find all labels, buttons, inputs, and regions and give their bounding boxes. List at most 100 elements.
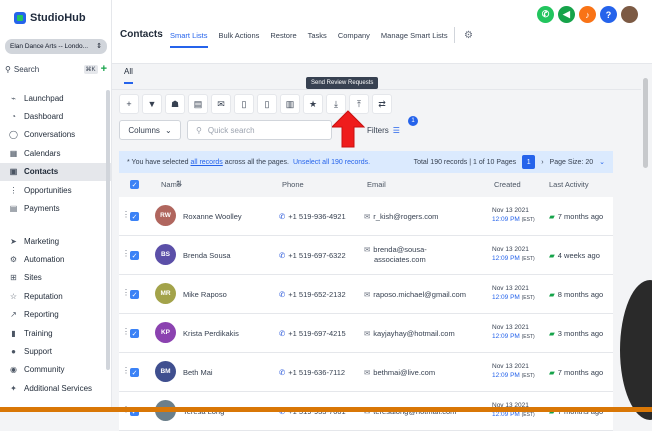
phone-value[interactable]: +1 519-697-6322	[288, 251, 345, 260]
sidebar-item-automation[interactable]: ⚙ Automation	[0, 250, 112, 268]
tab-all[interactable]: All	[124, 67, 133, 84]
row-checkbox[interactable]: ✓	[130, 329, 139, 338]
phone-icon[interactable]: ✆	[537, 6, 554, 23]
phone-value[interactable]: +1 519-936-4921	[288, 212, 345, 221]
message-icon: ▰	[549, 251, 555, 260]
tab-restore[interactable]: Restore	[270, 31, 296, 48]
table-row[interactable]: ⋮ ✓ RW Roxanne Woolley ✆ +1 519-936-4921 ✉ r_ki…	[119, 197, 613, 236]
email-column-header[interactable]: Email	[367, 180, 386, 189]
merge-button[interactable]: ⇄	[372, 94, 392, 114]
sidebar-item-training[interactable]: ▮ Training	[0, 324, 112, 342]
table-row[interactable]: ⋮ ✓ BS Brenda Sousa ✆ +1 519-697-6322 ✉ brenda@…	[119, 236, 613, 275]
page-number-button[interactable]: 1	[522, 155, 536, 169]
delete-button[interactable]: ▥	[280, 94, 300, 114]
sidebar-item-community[interactable]: ◉ Community	[0, 361, 112, 379]
tab-manage-smart-lists[interactable]: Manage Smart Lists	[381, 31, 448, 48]
sidebar-item-sites[interactable]: ⊞ Sites	[0, 269, 112, 287]
contacts-icon: ▣	[9, 167, 18, 177]
filters-button[interactable]: Filters ☰	[367, 120, 412, 140]
gear-icon[interactable]: ⚙	[464, 30, 473, 41]
tab-tasks[interactable]: Tasks	[308, 31, 327, 48]
tab-smart-lists[interactable]: Smart Lists	[170, 31, 208, 48]
send-icon: ➤	[10, 236, 17, 246]
row-checkbox[interactable]: ✓	[130, 251, 139, 260]
sidebar-search[interactable]: ⚲ Search ⌘K +	[5, 61, 107, 77]
sidebar-item-support[interactable]: ● Support	[0, 342, 112, 360]
contact-name[interactable]: Beth Mai	[183, 368, 213, 377]
contact-name[interactable]: Brenda Sousa	[183, 251, 231, 260]
drag-handle-icon[interactable]: ⋮	[122, 288, 130, 297]
sms-button[interactable]: ▤	[188, 94, 208, 114]
phone-value[interactable]: +1 519-636-7112	[288, 368, 345, 377]
phone-value[interactable]: +1 519-697-4215	[288, 329, 345, 338]
row-checkbox[interactable]: ✓	[130, 290, 139, 299]
created-date-value: Nov 13 2021	[492, 324, 529, 331]
email-button[interactable]: ✉	[211, 94, 231, 114]
app-logo[interactable]: StudioHub	[14, 12, 86, 24]
user-avatar[interactable]	[621, 6, 638, 23]
add-tag-button[interactable]: ▯	[234, 94, 254, 114]
chevron-right-icon[interactable]: ›	[541, 159, 543, 166]
sidebar-item-launchpad[interactable]: ⌁ Launchpad	[0, 89, 112, 107]
email-value[interactable]: bethmai@live.com	[373, 368, 435, 377]
pipeline-button[interactable]: ☗	[165, 94, 185, 114]
table-row[interactable]: ⋮ ✓ KP Krista Perdikakis ✆ +1 519-697-4215 ✉ ka…	[119, 314, 613, 353]
contact-name[interactable]: Krista Perdikakis	[183, 329, 239, 338]
location-switcher[interactable]: Elan Dance Arts -- Londo... ⇕	[5, 39, 107, 54]
table-row[interactable]: ⋮ ✓ BM Beth Mai ✆ +1 519-636-7112 ✉ bethmai@liv…	[119, 353, 613, 392]
table-row[interactable]: ⋮ ✓ MR Mike Raposo ✆ +1 519-652-2132 ✉ raposo.m…	[119, 275, 613, 314]
sidebar-item-reputation[interactable]: ☆ Reputation	[0, 287, 112, 305]
sidebar-item-marketing[interactable]: ➤ Marketing	[0, 232, 112, 250]
email-value[interactable]: raposo.michael@gmail.com	[373, 290, 466, 299]
quick-add-icon[interactable]: +	[101, 63, 107, 75]
email-value-cont[interactable]: associates.com	[374, 255, 426, 264]
phone-value[interactable]: +1 519-652-2132	[288, 290, 345, 299]
remove-tag-button[interactable]: ▯	[257, 94, 277, 114]
sidebar-item-conversations[interactable]: ◯ Conversations	[0, 126, 112, 144]
created-date: Nov 13 2021 12:09 PM (EST)	[492, 362, 535, 381]
row-checkbox[interactable]: ✓	[130, 212, 139, 221]
tab-bulk-actions[interactable]: Bulk Actions	[219, 31, 260, 48]
help-icon[interactable]: ?	[600, 6, 617, 23]
email-value[interactable]: brenda@sousa-	[373, 245, 426, 254]
sidebar-item-reporting[interactable]: ↗ Reporting	[0, 306, 112, 324]
sidebar-item-contacts[interactable]: ▣ Contacts	[0, 162, 112, 181]
bell-icon[interactable]: ♪	[579, 6, 596, 23]
page-size-select[interactable]: Page Size: 20	[550, 159, 594, 166]
sidebar-item-additional-services[interactable]: ✦ Additional Services	[0, 379, 112, 397]
unselect-all-link[interactable]: Unselect all 190 records.	[293, 159, 370, 166]
created-column-header[interactable]: Created	[494, 180, 521, 189]
phone-column-header[interactable]: Phone	[282, 180, 304, 189]
sidebar-item-dashboard[interactable]: ◔ Dashboard	[0, 107, 112, 125]
chat-icon: ◯	[9, 130, 18, 140]
row-checkbox[interactable]: ✓	[130, 368, 139, 377]
sidebar-item-payments[interactable]: ▤ Payments	[0, 199, 112, 217]
drag-handle-icon[interactable]: ⋮	[122, 366, 130, 375]
email-value[interactable]: r_kish@rogers.com	[373, 212, 438, 221]
columns-button[interactable]: Columns ⌄	[119, 120, 181, 140]
filter-icon: ▼	[147, 99, 157, 109]
send-review-requests-button[interactable]: ★	[303, 94, 323, 114]
tab-company[interactable]: Company	[338, 31, 370, 48]
drag-handle-icon[interactable]: ⋮	[122, 327, 130, 336]
select-all-checkbox[interactable]: ✓	[130, 180, 139, 189]
contact-name[interactable]: Mike Raposo	[183, 290, 227, 299]
drag-handle-icon[interactable]: ⋮	[122, 249, 130, 258]
filter-button[interactable]: ▼	[142, 94, 162, 114]
contact-name[interactable]: Roxanne Woolley	[183, 212, 242, 221]
email-value[interactable]: kayjayhay@hotmail.com	[373, 329, 454, 338]
add-contact-button[interactable]: +	[119, 94, 139, 114]
scrollbar-thumb[interactable]	[643, 78, 648, 168]
last-activity-column-header[interactable]: Last Activity	[549, 180, 589, 189]
all-records-link[interactable]: all records	[191, 159, 223, 166]
sidebar-item-label: Additional Services	[24, 383, 93, 393]
sidebar-item-opportunities[interactable]: ⋮ Opportunities	[0, 181, 112, 199]
chevron-down-icon[interactable]: ⌄	[599, 158, 605, 166]
sort-icon[interactable]: ⇅	[176, 179, 182, 188]
page-title: Contacts	[120, 29, 163, 40]
drag-handle-icon[interactable]: ⋮	[122, 210, 130, 219]
sidebar-scrollbar[interactable]	[106, 90, 110, 370]
sidebar-item-calendars[interactable]: ▦ Calendars	[0, 144, 112, 162]
quick-search-input[interactable]: ⚲ Quick search	[187, 120, 332, 140]
megaphone-icon[interactable]: ◀	[558, 6, 575, 23]
